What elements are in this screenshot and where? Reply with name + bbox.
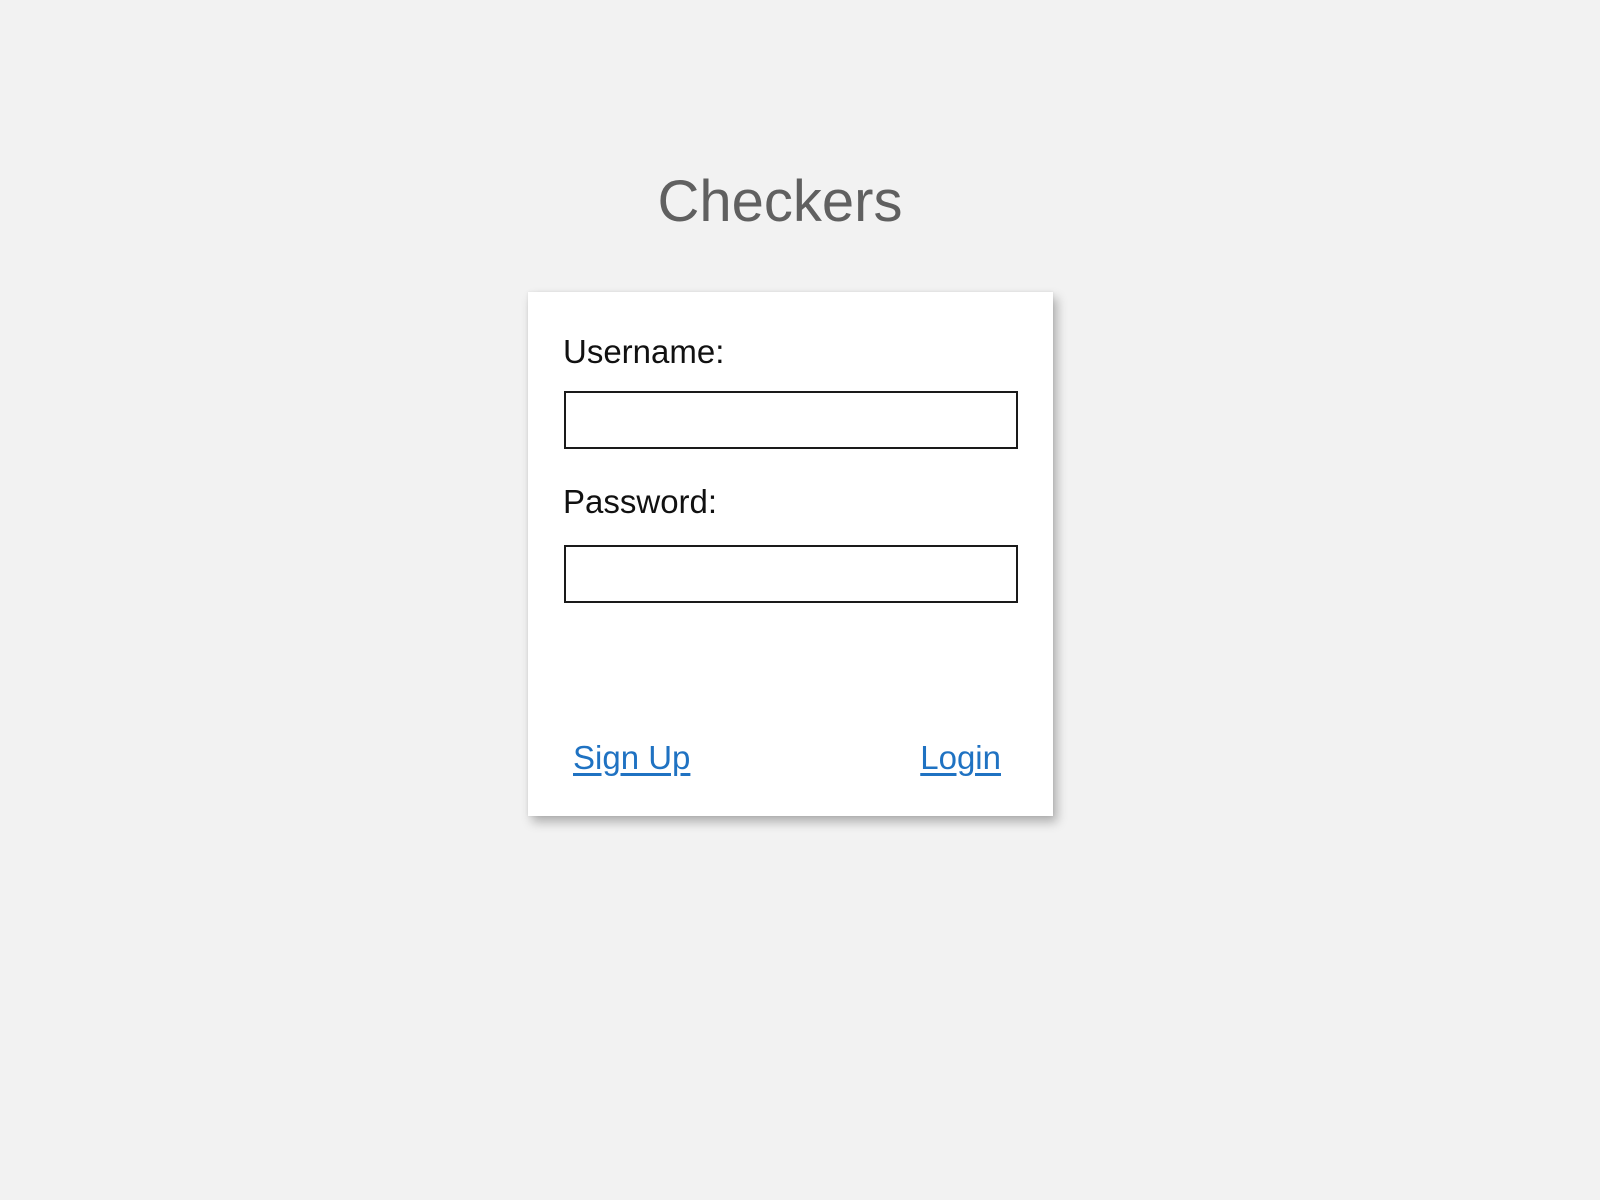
login-card: Username: Password: Sign Up Login xyxy=(528,292,1053,816)
login-link[interactable]: Login xyxy=(920,738,1001,778)
username-input[interactable] xyxy=(564,391,1018,449)
password-label: Password: xyxy=(563,483,718,520)
app-title: Checkers xyxy=(657,169,903,234)
sign-up-link[interactable]: Sign Up xyxy=(573,738,690,778)
username-label: Username: xyxy=(563,333,725,370)
password-input[interactable] xyxy=(564,545,1018,603)
